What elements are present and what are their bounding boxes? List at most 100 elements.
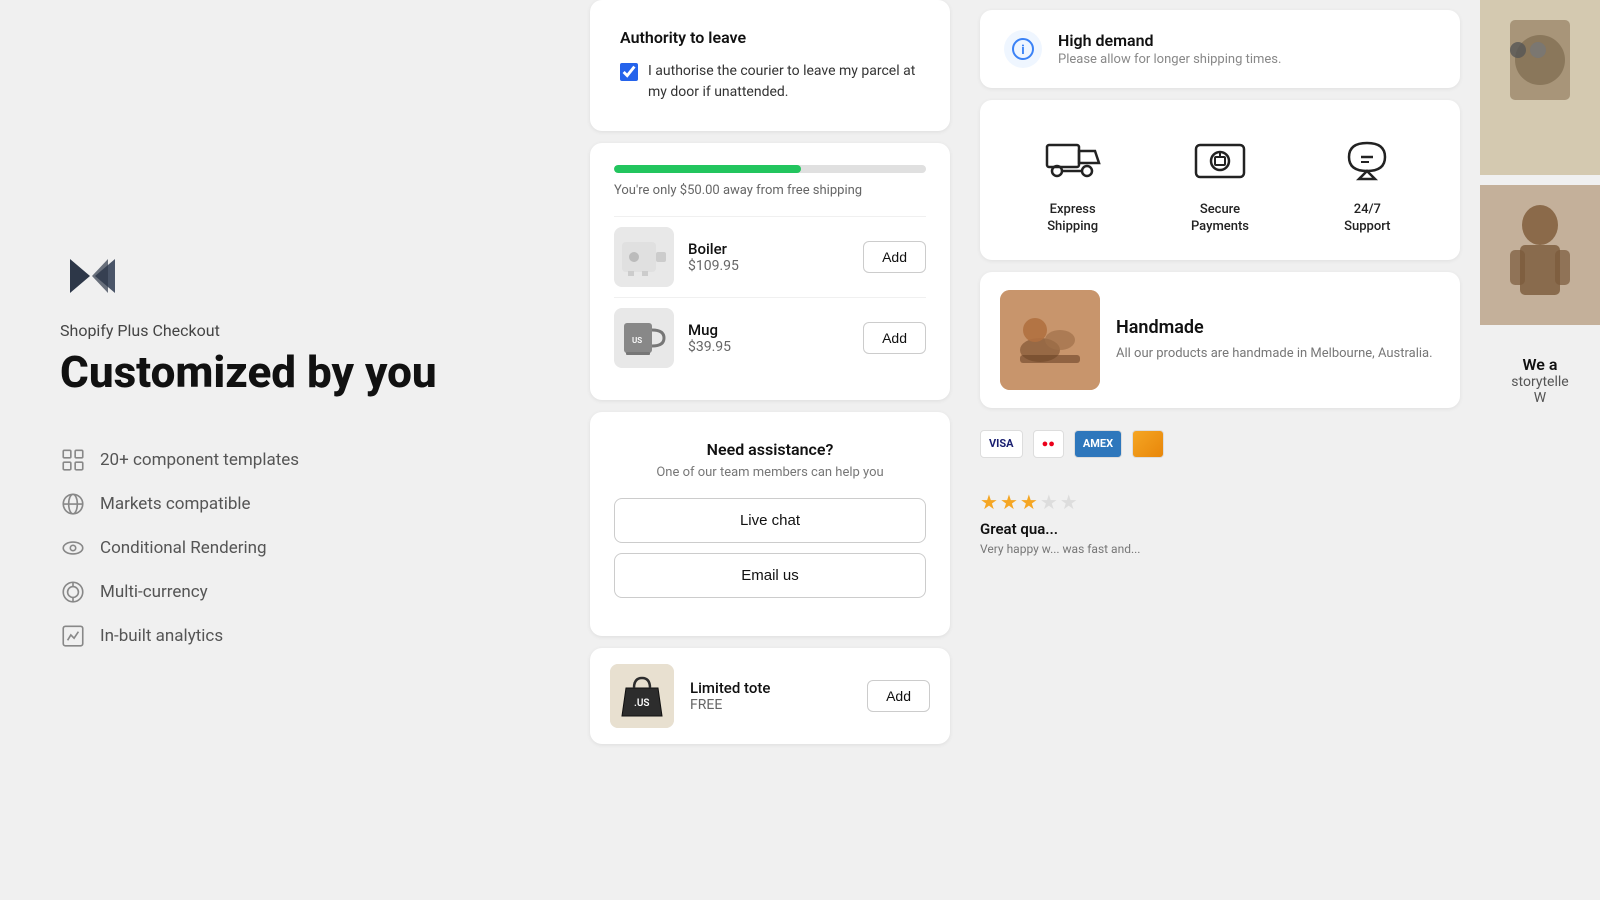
feature-item-components: 20+ component templates: [60, 447, 520, 473]
mastercard-logo: ●●: [1033, 430, 1064, 458]
middle-panel: Authority to leave I authorise the couri…: [580, 0, 960, 900]
left-panel: Shopify Plus Checkout Customized by you …: [0, 0, 580, 900]
info-icon: i: [1012, 38, 1034, 60]
mug-info: Mug $39.95: [688, 321, 849, 355]
authority-checkbox-row: I authorise the courier to leave my parc…: [620, 61, 920, 103]
star-5-empty: ★: [1060, 490, 1078, 514]
review-section: ★ ★ ★ ★ ★ Great qua... Very happy w... w…: [980, 480, 1460, 566]
product-row-boiler: Boiler $109.95 Add: [614, 216, 926, 297]
star-2: ★: [1000, 490, 1018, 514]
storyteller-section: We a storytelle W: [1480, 335, 1600, 426]
storyteller-text: storytelle: [1490, 374, 1590, 390]
high-demand-subtitle: Please allow for longer shipping times.: [1058, 52, 1281, 67]
tote-add-button[interactable]: Add: [867, 680, 930, 712]
payment-icon: [1190, 135, 1250, 185]
star-4-empty: ★: [1040, 490, 1058, 514]
handmade-card: Handmade All our products are handmade i…: [980, 272, 1460, 408]
review-title: Great qua...: [980, 520, 1460, 538]
secure-payments-label: SecurePayments: [1191, 202, 1249, 236]
boiler-add-button[interactable]: Add: [863, 241, 926, 273]
globe-icon: [60, 491, 86, 517]
progress-bar-fill: [614, 165, 801, 173]
handmade-text: Handmade All our products are handmade i…: [1116, 317, 1433, 364]
progress-bar-bg: [614, 165, 926, 173]
authority-title: Authority to leave: [620, 28, 920, 47]
mug-price: $39.95: [688, 339, 849, 355]
assistance-title: Need assistance?: [614, 440, 926, 459]
features-row: ExpressShipping SecurePayments: [1004, 128, 1436, 236]
features-card: ExpressShipping SecurePayments: [980, 100, 1460, 260]
assistance-subtitle: One of our team members can help you: [614, 465, 926, 480]
live-chat-button[interactable]: Live chat: [614, 498, 926, 543]
support-block: 24/7Support: [1299, 128, 1436, 236]
support-icon: [1337, 135, 1397, 185]
coin-icon: [60, 579, 86, 605]
handmade-subtitle: All our products are handmade in Melbour…: [1116, 344, 1433, 364]
high-demand-card: i High demand Please allow for longer sh…: [980, 10, 1460, 88]
star-1: ★: [980, 490, 998, 514]
secure-payments-block: SecurePayments: [1151, 128, 1288, 236]
handmade-image-svg: [1000, 290, 1100, 390]
visa-logo: VISA: [980, 430, 1023, 458]
product-thumb-2: [1480, 185, 1600, 325]
tote-card: .US Limited tote FREE Add: [590, 648, 950, 744]
tote-info: Limited tote FREE: [690, 679, 851, 713]
high-demand-text: High demand Please allow for longer ship…: [1058, 31, 1281, 67]
product-row-mug: US Mug $39.95 Add: [614, 297, 926, 378]
logo-icon: [60, 251, 130, 301]
boiler-image: [614, 227, 674, 287]
shipping-card: You're only $50.00 away from free shippi…: [590, 143, 950, 400]
far-right-panel: We a storytelle W: [1480, 0, 1600, 900]
mug-name: Mug: [688, 321, 849, 339]
review-text: Very happy w... was fast and...: [980, 542, 1460, 556]
product-thumb-1: [1480, 0, 1600, 175]
eye-icon: [60, 535, 86, 561]
email-button[interactable]: Email us: [614, 553, 926, 598]
mug-image: US: [614, 308, 674, 368]
express-shipping-label: ExpressShipping: [1047, 202, 1098, 236]
right-panel: i High demand Please allow for longer sh…: [960, 0, 1480, 900]
payment-logos-row: VISA ●● AMEX: [980, 420, 1460, 468]
handmade-title: Handmade: [1116, 317, 1433, 338]
boiler-name: Boiler: [688, 240, 849, 258]
grid-icon: [60, 447, 86, 473]
boiler-info: Boiler $109.95: [688, 240, 849, 274]
feature-item-markets: Markets compatible: [60, 491, 520, 517]
other-payment-logo: [1132, 430, 1164, 458]
product-thumb-1-image: [1480, 0, 1600, 175]
authority-checkbox-label: I authorise the courier to leave my parc…: [648, 61, 920, 103]
product-thumb-2-image: [1480, 185, 1600, 325]
feature-item-currency: Multi-currency: [60, 579, 520, 605]
handmade-image: [1000, 290, 1100, 390]
feature-list: 20+ component templates Markets compatib…: [60, 447, 520, 649]
storyteller-title: We a: [1490, 355, 1590, 374]
main-heading: Customized by you: [60, 348, 520, 396]
tote-price: FREE: [690, 697, 851, 713]
assistance-card: Need assistance? One of our team members…: [590, 412, 950, 636]
info-icon-circle: i: [1004, 30, 1042, 68]
high-demand-title: High demand: [1058, 31, 1281, 50]
truck-icon-box: [1041, 128, 1105, 192]
progress-label: You're only $50.00 away from free shippi…: [614, 183, 926, 198]
storyteller-w: W: [1490, 390, 1590, 406]
authority-card: Authority to leave I authorise the couri…: [590, 0, 950, 131]
shopify-label: Shopify Plus Checkout: [60, 321, 520, 340]
payment-icon-box: [1188, 128, 1252, 192]
svg-text:US: US: [632, 336, 642, 345]
star-3: ★: [1020, 490, 1038, 514]
express-shipping-block: ExpressShipping: [1004, 128, 1141, 236]
mug-add-button[interactable]: Add: [863, 322, 926, 354]
feature-item-analytics: In-built analytics: [60, 623, 520, 649]
tote-name: Limited tote: [690, 679, 851, 697]
support-icon-box: [1335, 128, 1399, 192]
boiler-price: $109.95: [688, 258, 849, 274]
authority-checkbox[interactable]: [620, 63, 638, 81]
feature-item-rendering: Conditional Rendering: [60, 535, 520, 561]
truck-icon: [1043, 135, 1103, 185]
chart-icon: [60, 623, 86, 649]
svg-text:.US: .US: [634, 698, 650, 709]
svg-text:i: i: [1021, 43, 1024, 58]
tote-image: .US: [610, 664, 674, 728]
support-label: 24/7Support: [1344, 202, 1390, 236]
stars-row: ★ ★ ★ ★ ★: [980, 490, 1460, 514]
